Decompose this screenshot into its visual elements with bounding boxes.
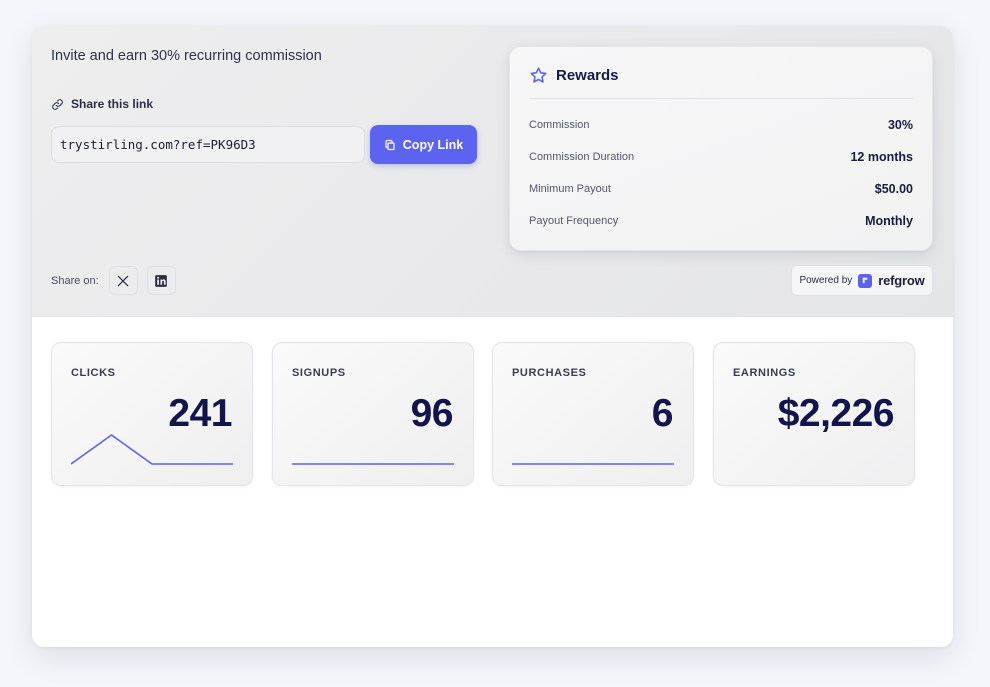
sparkline bbox=[292, 463, 454, 465]
powered-by-badge[interactable]: Powered by refgrow bbox=[791, 265, 933, 296]
share-link-heading: Share this link bbox=[51, 97, 153, 111]
brand-name: refgrow bbox=[878, 273, 925, 288]
stat-label: EARNINGS bbox=[733, 367, 796, 379]
stat-card-earnings: EARNINGS $2,226 bbox=[713, 342, 915, 486]
x-logo-icon bbox=[117, 275, 129, 286]
stat-card-signups: SIGNUPS 96 bbox=[272, 342, 474, 486]
stat-label: SIGNUPS bbox=[292, 367, 346, 379]
copy-icon bbox=[385, 139, 395, 150]
referral-header-section: Invite and earn 30% recurring commission… bbox=[32, 26, 953, 317]
share-on-label: Share on: bbox=[51, 274, 99, 287]
reward-label: Payout Frequency bbox=[529, 215, 619, 227]
reward-label: Minimum Payout bbox=[529, 183, 611, 195]
rewards-divider bbox=[529, 98, 913, 99]
rewards-header: Rewards bbox=[529, 66, 619, 85]
referral-card: Invite and earn 30% recurring commission… bbox=[32, 26, 953, 647]
reward-row-minimum-payout: Minimum Payout $50.00 bbox=[529, 179, 913, 199]
refgrow-logo-icon bbox=[858, 273, 873, 288]
copy-link-label: Copy Link bbox=[402, 137, 464, 152]
rewards-title: Rewards bbox=[556, 67, 619, 84]
link-icon bbox=[52, 98, 63, 110]
stat-value: 241 bbox=[168, 392, 232, 435]
powered-by-label: Powered by bbox=[799, 275, 853, 286]
stat-value: 96 bbox=[410, 392, 454, 435]
sparkline-path bbox=[71, 434, 233, 465]
reward-value: Monthly bbox=[865, 214, 913, 228]
reward-row-payout-frequency: Payout Frequency Monthly bbox=[529, 211, 913, 231]
rewards-panel: Rewards Commission 30% Commission Durati… bbox=[509, 46, 933, 251]
invite-headline: Invite and earn 30% recurring commission bbox=[51, 48, 322, 64]
share-link-label: Share this link bbox=[71, 97, 154, 111]
linkedin-icon bbox=[155, 274, 168, 287]
referral-link-input[interactable] bbox=[51, 126, 365, 163]
stat-value: 6 bbox=[651, 392, 674, 435]
stat-label: PURCHASES bbox=[512, 367, 587, 379]
chart-area bbox=[64, 511, 942, 641]
stat-value: $2,226 bbox=[777, 392, 895, 435]
reward-label: Commission Duration bbox=[529, 151, 635, 163]
share-linkedin-button[interactable] bbox=[146, 266, 176, 295]
reward-row-commission: Commission 30% bbox=[529, 115, 913, 135]
reward-label: Commission bbox=[529, 119, 590, 131]
share-x-button[interactable] bbox=[108, 266, 138, 295]
sparkline bbox=[71, 434, 233, 465]
stat-card-purchases: PURCHASES 6 bbox=[492, 342, 694, 486]
reward-value: $50.00 bbox=[874, 182, 913, 196]
reward-row-commission-duration: Commission Duration 12 months bbox=[529, 147, 913, 167]
copy-link-button[interactable]: Copy Link bbox=[370, 125, 477, 164]
share-on-row: Share on: bbox=[51, 266, 176, 295]
stat-card-clicks: CLICKS 241 bbox=[51, 342, 253, 486]
stat-label: CLICKS bbox=[71, 367, 116, 379]
reward-value: 30% bbox=[887, 118, 913, 132]
star-icon bbox=[530, 67, 547, 83]
sparkline bbox=[512, 463, 674, 465]
reward-value: 12 months bbox=[850, 150, 913, 164]
